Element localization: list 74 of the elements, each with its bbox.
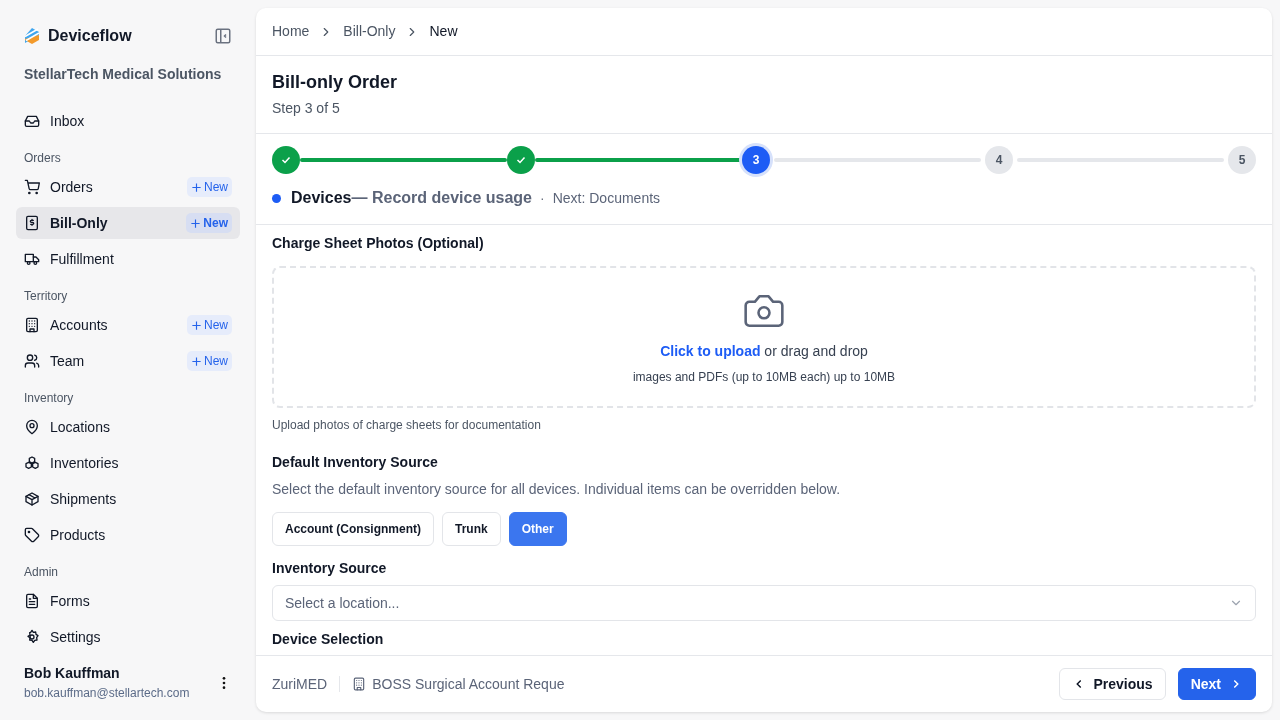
cart-icon [24, 179, 40, 195]
sidebar-item[interactable]: Inventories [16, 447, 240, 479]
plus-icon [191, 355, 202, 367]
plus-icon [191, 181, 202, 193]
next-button[interactable]: Next [1177, 668, 1256, 700]
user-email: bob.kauffman@stellartech.com [24, 685, 190, 702]
receipt-icon [24, 215, 40, 231]
previous-button[interactable]: Previous [1058, 668, 1166, 700]
sidebar-item[interactable]: Orders New [16, 171, 240, 203]
breadcrumb-link[interactable]: Bill-Only [343, 21, 396, 42]
section-title: Default Inventory Source [272, 453, 439, 472]
current-step-dot [272, 193, 281, 203]
current-step-description: — Record device usage [351, 188, 532, 208]
account-name: ZuriMED [272, 674, 328, 694]
location-select[interactable]: Select a location... [272, 585, 1256, 621]
new-button[interactable]: New [187, 351, 232, 371]
organization-name: StellarTech Medical Solutions [23, 65, 223, 84]
section-label: Territory [23, 288, 69, 305]
sidebar-item[interactable]: Fulfillment [16, 243, 240, 275]
user-name: Bob Kauffman [24, 664, 121, 683]
source-option[interactable]: Account (Consignment) [272, 512, 434, 546]
section-label: Inventory [23, 390, 75, 407]
plus-icon [190, 217, 202, 229]
breadcrumb-link[interactable]: Home [272, 21, 310, 42]
sidebar-item[interactable]: Bill-Only New [16, 207, 240, 239]
new-button[interactable]: New [187, 315, 232, 335]
boxes-icon [24, 455, 40, 471]
source-option[interactable]: Other [508, 512, 567, 546]
sidebar-item[interactable]: Shipments [16, 483, 240, 515]
field-label: Charge Sheet Photos (Optional) [272, 234, 485, 253]
section-title: Device Selection [272, 630, 385, 649]
step-current: 3 [742, 146, 770, 174]
people-icon [24, 353, 40, 369]
step-upcoming: 4 [985, 146, 1013, 174]
section-label: Admin [23, 564, 59, 581]
settings-icon [24, 629, 40, 645]
upload-link[interactable]: Click to upload [660, 342, 761, 359]
sidebar-item[interactable]: Settings [16, 621, 240, 645]
building-icon [24, 317, 40, 333]
step-upcoming: 5 [1228, 146, 1256, 174]
new-button[interactable]: New [187, 177, 232, 197]
package-icon [24, 491, 40, 507]
tag-icon [24, 527, 40, 543]
sidebar-item[interactable]: Locations [16, 411, 240, 443]
field-label: Inventory Source [272, 559, 388, 578]
building-icon [352, 677, 367, 691]
help-text: Upload photos of charge sheets for documentation [272, 417, 542, 434]
new-button[interactable]: New [186, 213, 232, 233]
current-step-name: Devices [291, 188, 352, 208]
source-option[interactable]: Trunk [442, 512, 501, 546]
sidebar-item[interactable]: Products [16, 519, 240, 551]
page-title: Bill-only Order [272, 71, 398, 94]
sidebar-toggle-button[interactable] [214, 27, 232, 45]
truck-icon [24, 251, 40, 267]
document-icon [24, 593, 40, 609]
section-label: Orders [23, 150, 62, 167]
logo-icon [24, 28, 40, 44]
sidebar-item[interactable]: Forms [16, 585, 240, 617]
facility-name: BOSS Surgical Account Reque [372, 674, 565, 694]
step-indicator: Step 3 of 5 [272, 99, 341, 118]
plus-icon [191, 319, 202, 331]
separator: · [540, 188, 545, 208]
map-pin-icon [24, 419, 40, 435]
inbox-icon [24, 113, 40, 129]
sidebar-item[interactable]: Inbox [16, 105, 240, 137]
sidebar-item[interactable]: Team New [16, 345, 240, 377]
upload-instructions: Click to upload or drag and drop [660, 341, 868, 361]
sidebar-item[interactable]: Accounts New [16, 309, 240, 341]
section-description: Select the default inventory source for all devices. Individual items can be overridden below. [272, 480, 842, 499]
upload-hint: images and PDFs (up to 10MB each) up to 10MB [632, 368, 896, 386]
next-step: Next: Documents [552, 187, 661, 209]
breadcrumb-current: New [429, 22, 458, 41]
upload-dropzone[interactable]: Click to upload or drag and drop images and PDFs (up to 10MB each) up to 10MB [272, 266, 1256, 408]
app-name: Deviceflow [48, 26, 132, 46]
